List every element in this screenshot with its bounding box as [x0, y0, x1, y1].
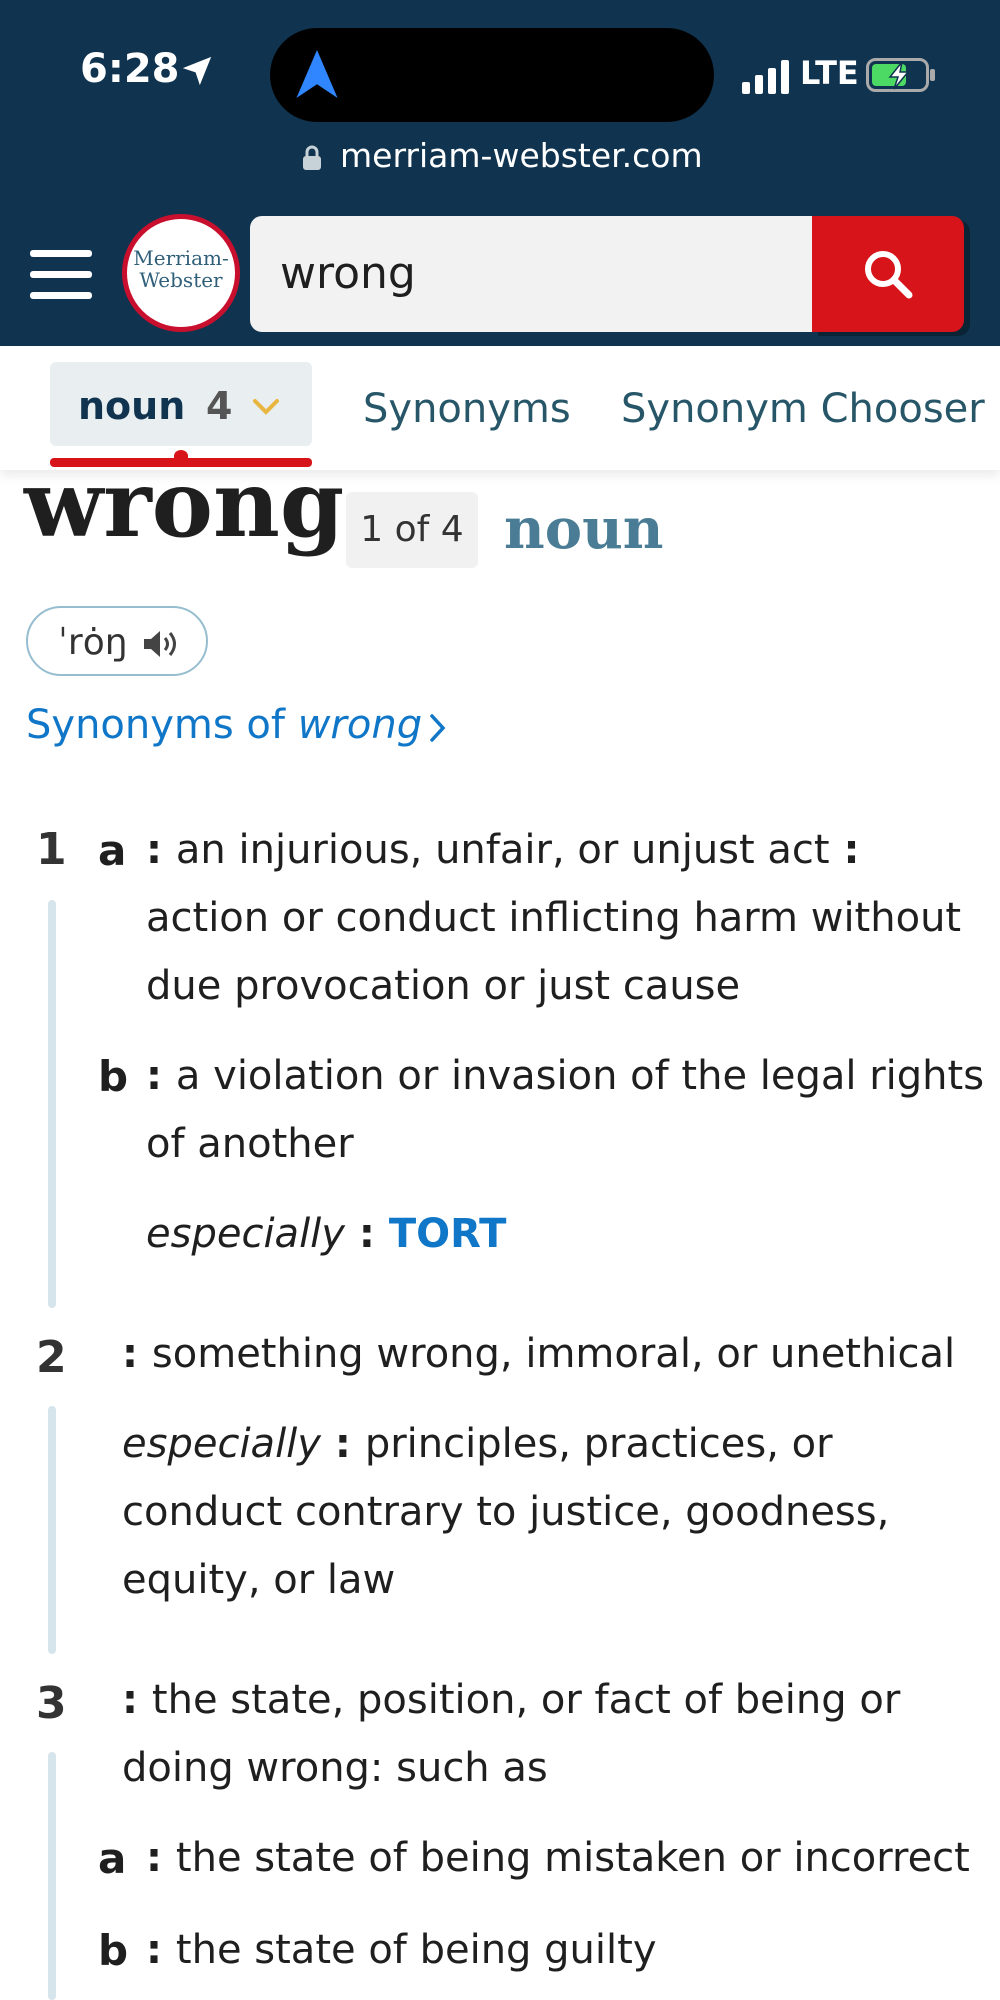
- tab-noun[interactable]: noun 4: [50, 362, 312, 446]
- sense-1b-text-1: a violation or invasion of the legal rig…: [175, 1053, 985, 1099]
- sense-1a-line-2: action or conduct inflicting harm withou…: [146, 895, 962, 941]
- url-text: merriam-webster.com: [340, 136, 703, 175]
- sense-1b-line-1: : a violation or invasion of the legal r…: [146, 1053, 985, 1099]
- sense-1a-line-3: due provocation or just cause: [146, 963, 741, 1009]
- xref-tort-link[interactable]: TORT: [389, 1211, 507, 1257]
- sense-2-line-2: especially : principles, practices, or: [122, 1421, 833, 1467]
- sense-2-text-2: principles, practices, or: [364, 1421, 833, 1467]
- sense-3b-letter: b: [98, 1926, 129, 1975]
- sense-2-text-1: something wrong, immoral, or unethical: [151, 1331, 956, 1377]
- chevron-down-icon: [253, 399, 279, 415]
- tab-noun-label: noun: [78, 384, 186, 428]
- sense-3-text-1: the state, position, or fact of being or: [151, 1677, 901, 1723]
- sense-2-line-4: equity, or law: [122, 1557, 396, 1603]
- headword: wrong: [24, 450, 345, 558]
- synonyms-link-word: wrong: [297, 702, 423, 748]
- sense-3-bar: [48, 1752, 56, 2000]
- sense-3b-line: : the state of being guilty: [146, 1927, 657, 1973]
- battery-icon: [866, 58, 935, 92]
- sense-3a-text: the state of being mistaken or incorrect: [175, 1835, 970, 1881]
- tab-synonym-chooser[interactable]: Synonym Chooser: [621, 386, 985, 432]
- sense-2-line-3: conduct contrary to justice, goodness,: [122, 1489, 890, 1535]
- status-time: 6:28: [80, 46, 180, 92]
- search-input-value: wrong: [280, 248, 416, 299]
- part-of-speech[interactable]: noun: [504, 496, 664, 562]
- sense-1a-text-1: an injurious, unfair, or unjust act: [175, 827, 830, 873]
- tab-noun-count: 4: [206, 384, 233, 428]
- tab-synonyms[interactable]: Synonyms: [363, 386, 571, 432]
- sense-2-bar: [48, 1406, 56, 1654]
- sense-number-2: 2: [36, 1332, 67, 1383]
- sense-3-line-2: doing wrong: such as: [122, 1745, 548, 1791]
- dynamic-island: [270, 28, 714, 122]
- sense-3a-line: : the state of being mistaken or incorre…: [146, 1835, 970, 1881]
- chevron-right-icon: [430, 714, 446, 742]
- logo-line-2: Webster: [139, 268, 223, 292]
- speaker-icon: [144, 631, 176, 657]
- merriam-webster-logo[interactable]: Merriam- Webster: [122, 214, 240, 332]
- logo-line-1: Merriam-: [133, 246, 229, 270]
- sense-3b-text: the state of being guilty: [175, 1927, 657, 1973]
- lock-icon: [303, 145, 321, 170]
- search-icon: [865, 251, 913, 299]
- sense-1b-line-2: of another: [146, 1121, 354, 1167]
- hamburger-menu-icon[interactable]: [30, 250, 92, 302]
- sense-number-3: 3: [36, 1678, 67, 1729]
- search-input[interactable]: wrong: [250, 216, 816, 332]
- search-button[interactable]: [812, 216, 964, 332]
- location-arrow-icon: [182, 56, 212, 86]
- sense-1a-line-1: : an injurious, unfair, or unjust act :: [146, 827, 860, 873]
- sense-3a-letter: a: [98, 1834, 127, 1883]
- sense-1b-especially: especially : TORT: [146, 1211, 507, 1257]
- sense-1b-sl: especially: [146, 1211, 345, 1257]
- sense-2-line-1: : something wrong, immoral, or unethical: [122, 1331, 956, 1377]
- sense-1-bar: [48, 900, 56, 1308]
- top-header: 6:28 LTE merriam-webster.com Merriam- We…: [0, 0, 1000, 346]
- sense-number-1: 1: [36, 824, 67, 875]
- status-bar: 6:28 LTE: [0, 0, 1000, 140]
- sense-1a-letter: a: [98, 826, 127, 875]
- sense-1b-letter: b: [98, 1052, 129, 1101]
- entry-index-badge: 1 of 4: [346, 492, 478, 568]
- sense-2-sl: especially: [122, 1421, 321, 1467]
- navigation-icon: [296, 50, 338, 98]
- pronunciation-button[interactable]: ˈrȯŋ: [26, 606, 208, 676]
- url-bar[interactable]: merriam-webster.com: [302, 136, 703, 175]
- sense-3-line-1: : the state, position, or fact of being …: [122, 1677, 901, 1723]
- network-label: LTE: [800, 54, 859, 92]
- signal-icon: [742, 60, 789, 94]
- synonyms-link-prefix: Synonyms of: [26, 702, 298, 748]
- synonyms-link[interactable]: Synonyms of wrong: [26, 702, 446, 748]
- pronunciation-text: ˈrȯŋ: [58, 622, 128, 663]
